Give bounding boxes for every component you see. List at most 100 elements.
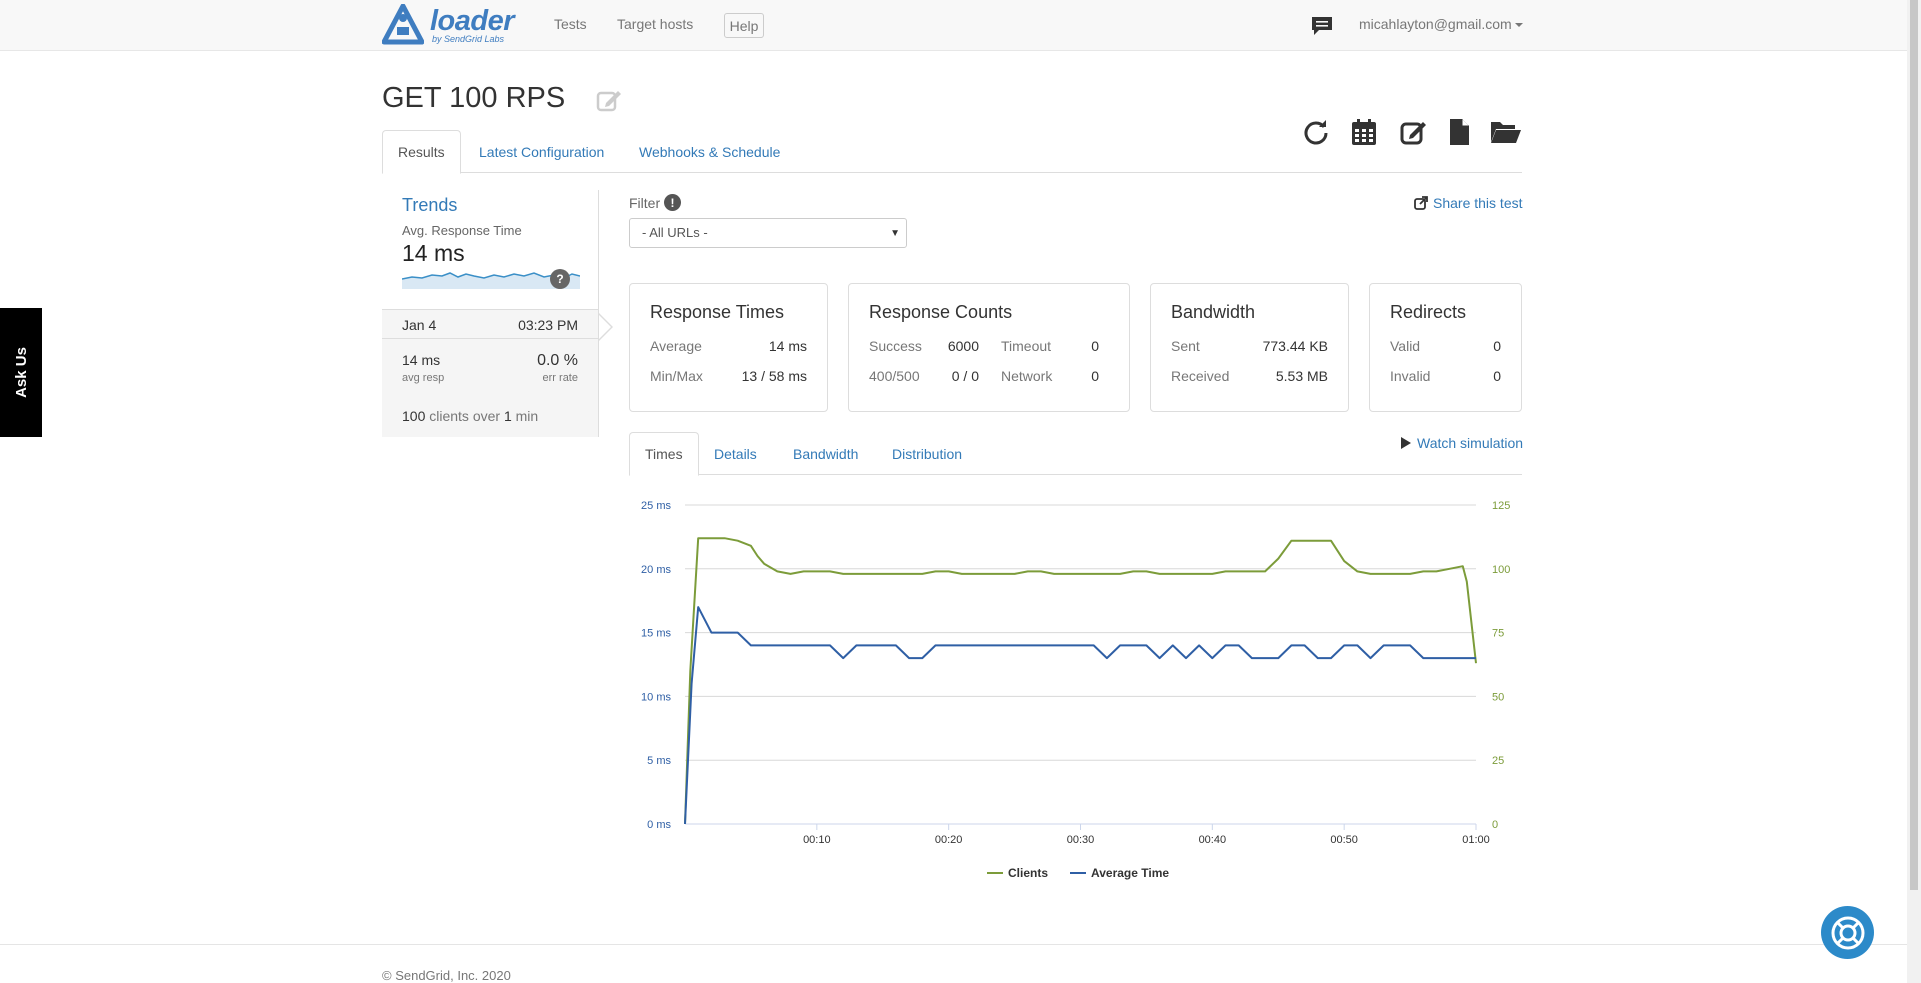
share-test-link[interactable]: Share this test — [1414, 195, 1523, 211]
run-clients-count: 100 — [402, 408, 426, 424]
subtab-details[interactable]: Details — [699, 432, 772, 475]
run-clients-text: clients over — [429, 408, 501, 424]
help-float-button[interactable] — [1821, 906, 1874, 959]
stat-label: Network — [1001, 368, 1053, 384]
run-time: 03:23 PM — [518, 317, 578, 333]
stat-label: Success — [869, 338, 922, 354]
logo[interactable]: loader by SendGrid Labs — [382, 3, 515, 47]
help-button[interactable]: Help — [724, 13, 764, 38]
card-response-counts: Response Counts Success 6000 Timeout 0 4… — [848, 283, 1130, 412]
ask-us-label: Ask Us — [12, 347, 30, 398]
chat-icon[interactable] — [1310, 15, 1334, 37]
stat-label: Average — [650, 338, 702, 354]
filter-info-icon[interactable]: ! — [664, 194, 681, 211]
stat-value: 773.44 KB — [1262, 338, 1328, 354]
legend-label-clients: Clients — [1008, 866, 1048, 880]
tab-latest-configuration[interactable]: Latest Configuration — [464, 130, 619, 173]
y-right-tick-label: 100 — [1492, 564, 1510, 576]
stat-label: Min/Max — [650, 368, 703, 384]
user-email: micahlayton@gmail.com — [1359, 16, 1512, 32]
card-bandwidth: Bandwidth Sent 773.44 KB Received 5.53 M… — [1150, 283, 1349, 412]
page-title: GET 100 RPS — [382, 82, 566, 114]
edit-title-icon[interactable] — [596, 88, 622, 112]
logo-word: loader — [430, 4, 515, 37]
trends-title[interactable]: Trends — [402, 195, 457, 216]
run-duration-unit: min — [515, 408, 539, 424]
card-redirects: Redirects Valid 0 Invalid 0 — [1369, 283, 1522, 412]
y-left-tick-label: 20 ms — [641, 564, 671, 576]
x-tick-label: 00:50 — [1330, 834, 1358, 846]
y-left-tick-label: 10 ms — [641, 691, 671, 703]
run-avg-resp-label: avg resp — [402, 372, 445, 384]
series-line-clients — [684, 537, 1477, 825]
y-left-tick-label: 25 ms — [641, 500, 671, 512]
stat-label: Timeout — [1001, 338, 1052, 354]
stat-label: Received — [1171, 368, 1230, 384]
run-err-rate-label: err rate — [542, 372, 578, 384]
share-icon — [1414, 196, 1428, 210]
card-title: Response Times — [650, 302, 785, 322]
subtab-bandwidth[interactable]: Bandwidth — [778, 432, 873, 475]
loader-logo-icon — [382, 4, 424, 45]
card-title: Response Counts — [869, 302, 1013, 322]
footer: © SendGrid, Inc. 2020 — [0, 944, 1907, 983]
run-divider — [382, 338, 598, 339]
watch-label: Watch simulation — [1417, 435, 1524, 451]
nav-tests[interactable]: Tests — [554, 16, 587, 32]
stat-value: 6000 — [947, 338, 979, 354]
run-err-rate: 0.0 % — [537, 352, 578, 369]
ask-us-tab[interactable]: Ask Us — [0, 308, 42, 437]
watch-simulation-link[interactable]: Watch simulation — [1400, 435, 1523, 451]
y-left-tick-label: 0 ms — [647, 819, 671, 831]
y-right-tick-label: 0 — [1492, 819, 1498, 831]
y-left-tick-label: 15 ms — [641, 628, 671, 640]
stat-label: 400/500 — [869, 368, 920, 384]
subtab-distribution[interactable]: Distribution — [877, 432, 977, 475]
stat-value: 14 ms — [768, 338, 807, 354]
trends-value: 14 ms — [402, 240, 465, 266]
trends-panel: Trends Avg. Response Time 14 ms ? Jan 4 … — [382, 190, 599, 437]
stat-value: 5.53 MB — [1275, 368, 1328, 384]
run-clients-summary: 100 clients over 1 min — [402, 408, 538, 424]
stat-value: 0 — [1493, 368, 1501, 384]
run-pointer-arrow-fill — [599, 315, 611, 339]
times-chart: 0 ms 0 5 ms 25 10 ms 50 15 ms 75 20 ms 100 25 ms 12… — [641, 500, 1510, 880]
chevron-down-icon — [1514, 23, 1523, 28]
stat-label: Invalid — [1390, 368, 1431, 384]
y-left-tick-label: 5 ms — [647, 755, 671, 767]
legend-label-average-time: Average Time — [1091, 866, 1169, 880]
chart-tabs: Times Details Bandwidth Distribution — [629, 432, 1522, 476]
nav-target-hosts[interactable]: Target hosts — [617, 16, 693, 32]
share-label: Share this test — [1433, 195, 1523, 211]
card-title: Redirects — [1390, 302, 1467, 322]
select-arrow-icon: ▼ — [890, 228, 900, 239]
run-avg-resp: 14 ms — [402, 352, 441, 368]
scrollbar-thumb[interactable] — [1910, 0, 1918, 890]
x-tick-label: 00:20 — [935, 834, 963, 846]
trends-help-icon[interactable]: ? — [550, 269, 570, 289]
lifebuoy-icon — [1831, 916, 1864, 949]
card-response-times: Response Times Average 14 ms Min/Max 13 … — [629, 283, 828, 412]
stat-value: 0 — [1091, 338, 1099, 354]
tab-webhooks-schedule[interactable]: Webhooks & Schedule — [624, 130, 795, 173]
trends-label: Avg. Response Time — [402, 223, 522, 238]
filter-label: Filter — [629, 195, 661, 211]
url-filter-value: - All URLs - — [642, 225, 708, 240]
url-filter-select[interactable]: - All URLs - ▼ — [629, 218, 907, 248]
y-right-tick-label: 125 — [1492, 500, 1510, 512]
subtab-times[interactable]: Times — [629, 432, 699, 476]
run-date: Jan 4 — [402, 317, 437, 333]
user-menu[interactable]: micahlayton@gmail.com — [1359, 16, 1523, 32]
y-right-tick-label: 75 — [1492, 628, 1504, 640]
copyright: © SendGrid, Inc. 2020 — [382, 968, 511, 983]
x-tick-label: 00:40 — [1199, 834, 1227, 846]
x-tick-label: 00:10 — [803, 834, 831, 846]
stat-value: 0 — [1493, 338, 1501, 354]
run-duration: 1 — [503, 408, 512, 424]
tab-results[interactable]: Results — [382, 130, 461, 174]
logo-subtitle: by SendGrid Labs — [432, 33, 505, 44]
stat-value: 13 / 58 ms — [741, 368, 807, 384]
x-tick-label: 01:00 — [1462, 834, 1490, 846]
card-title: Bandwidth — [1171, 302, 1256, 322]
stat-label: Valid — [1390, 338, 1421, 354]
